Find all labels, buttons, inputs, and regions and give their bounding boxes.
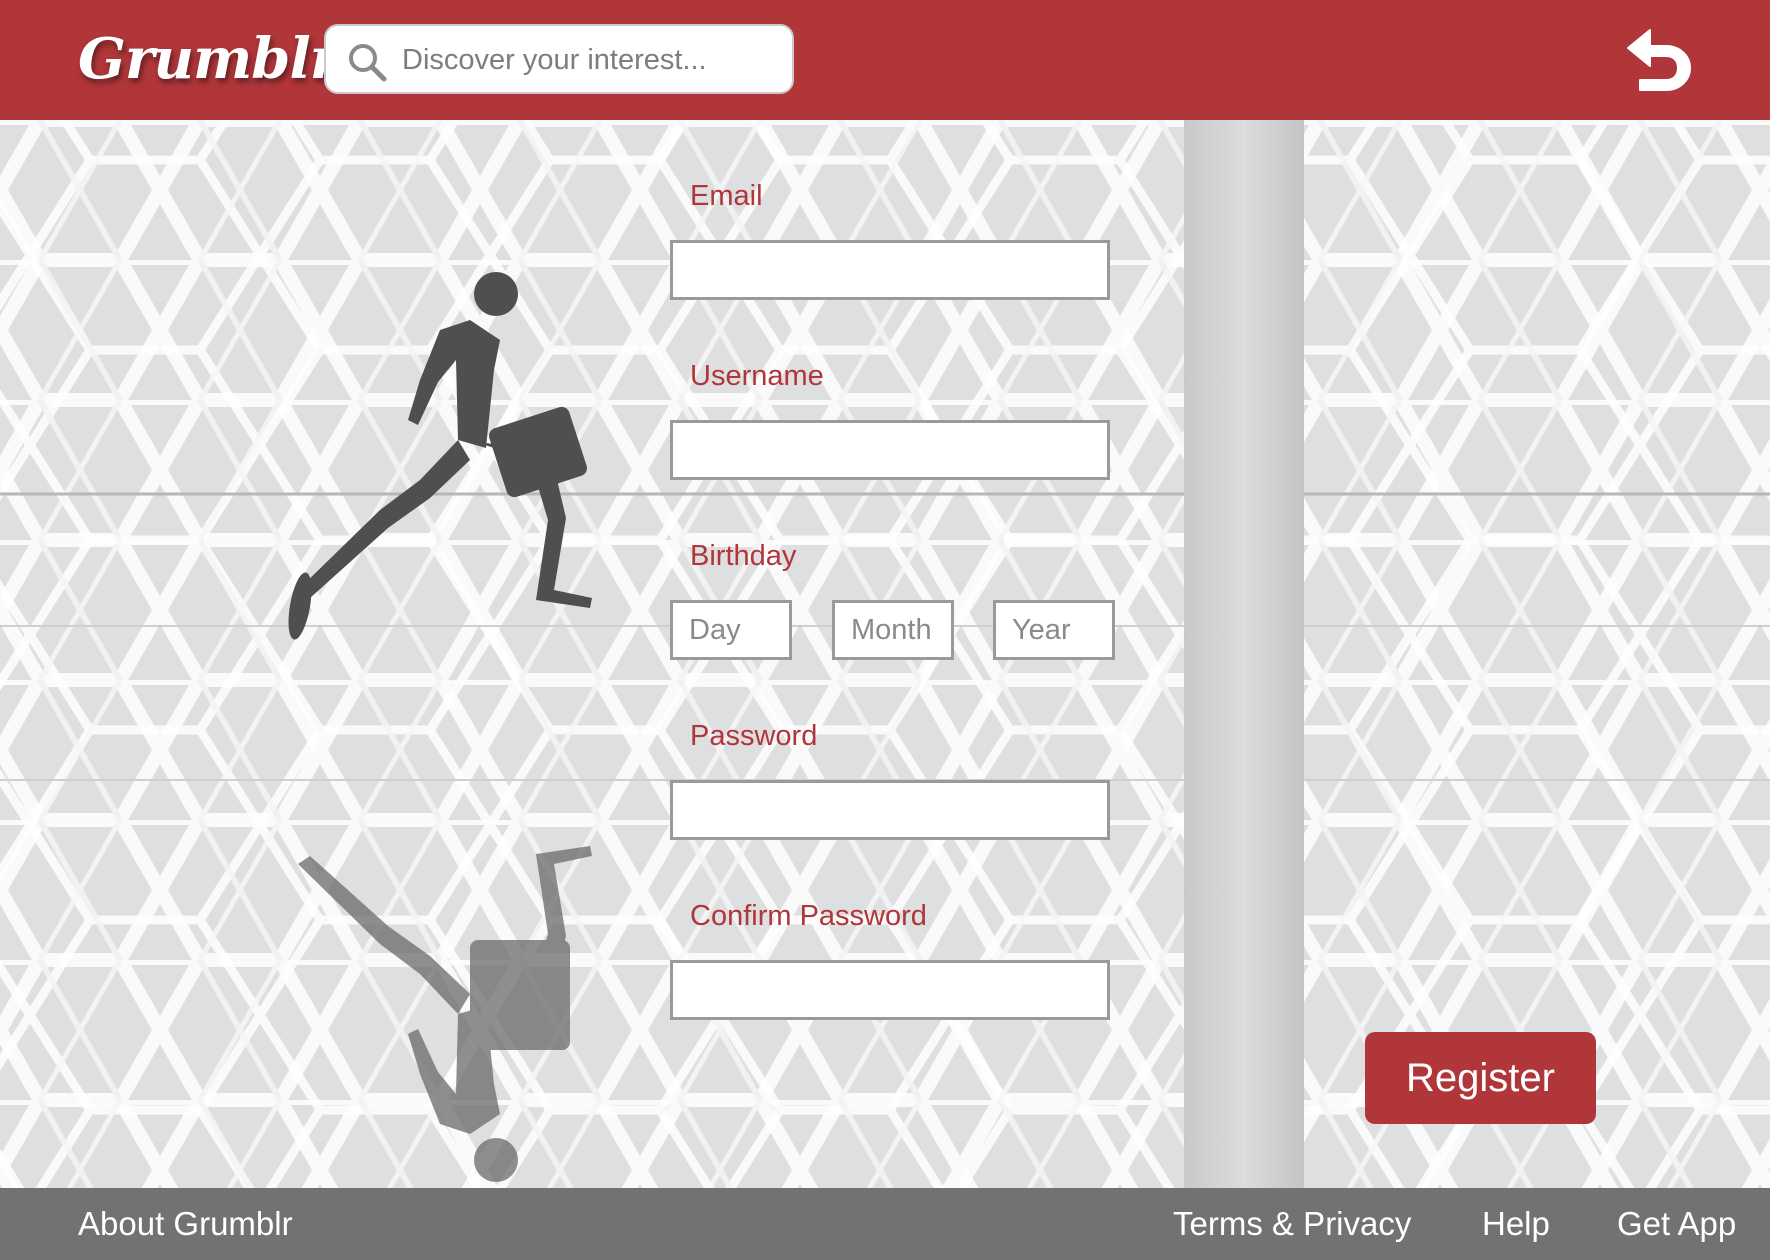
footer-link-about[interactable]: About Grumblr: [78, 1188, 293, 1260]
top-bar: Grumblr: [0, 0, 1770, 120]
email-field[interactable]: [670, 240, 1110, 300]
birthday-day-field[interactable]: [670, 600, 792, 660]
username-field[interactable]: [670, 420, 1110, 480]
birthday-month-field[interactable]: [832, 600, 954, 660]
email-label: Email: [690, 180, 763, 212]
confirm-password-field[interactable]: [670, 960, 1110, 1020]
search-input[interactable]: [402, 34, 777, 86]
footer-link-terms[interactable]: Terms & Privacy: [1173, 1188, 1411, 1260]
confirm-password-label: Confirm Password: [690, 900, 927, 932]
username-label: Username: [690, 360, 824, 392]
footer-bar: About Grumblr Terms & Privacy Help Get A…: [0, 1188, 1770, 1260]
password-label: Password: [690, 720, 818, 752]
search-icon: [349, 44, 387, 82]
back-arrow-icon[interactable]: [1620, 22, 1694, 96]
footer-link-help[interactable]: Help: [1482, 1188, 1550, 1260]
password-field[interactable]: [670, 780, 1110, 840]
footer-link-get-app[interactable]: Get App: [1617, 1188, 1736, 1260]
search-box[interactable]: [324, 24, 794, 94]
grumblr-logo[interactable]: Grumblr: [78, 14, 339, 104]
register-button[interactable]: Register: [1365, 1032, 1596, 1124]
birthday-year-field[interactable]: [993, 600, 1115, 660]
birthday-label: Birthday: [690, 540, 797, 572]
